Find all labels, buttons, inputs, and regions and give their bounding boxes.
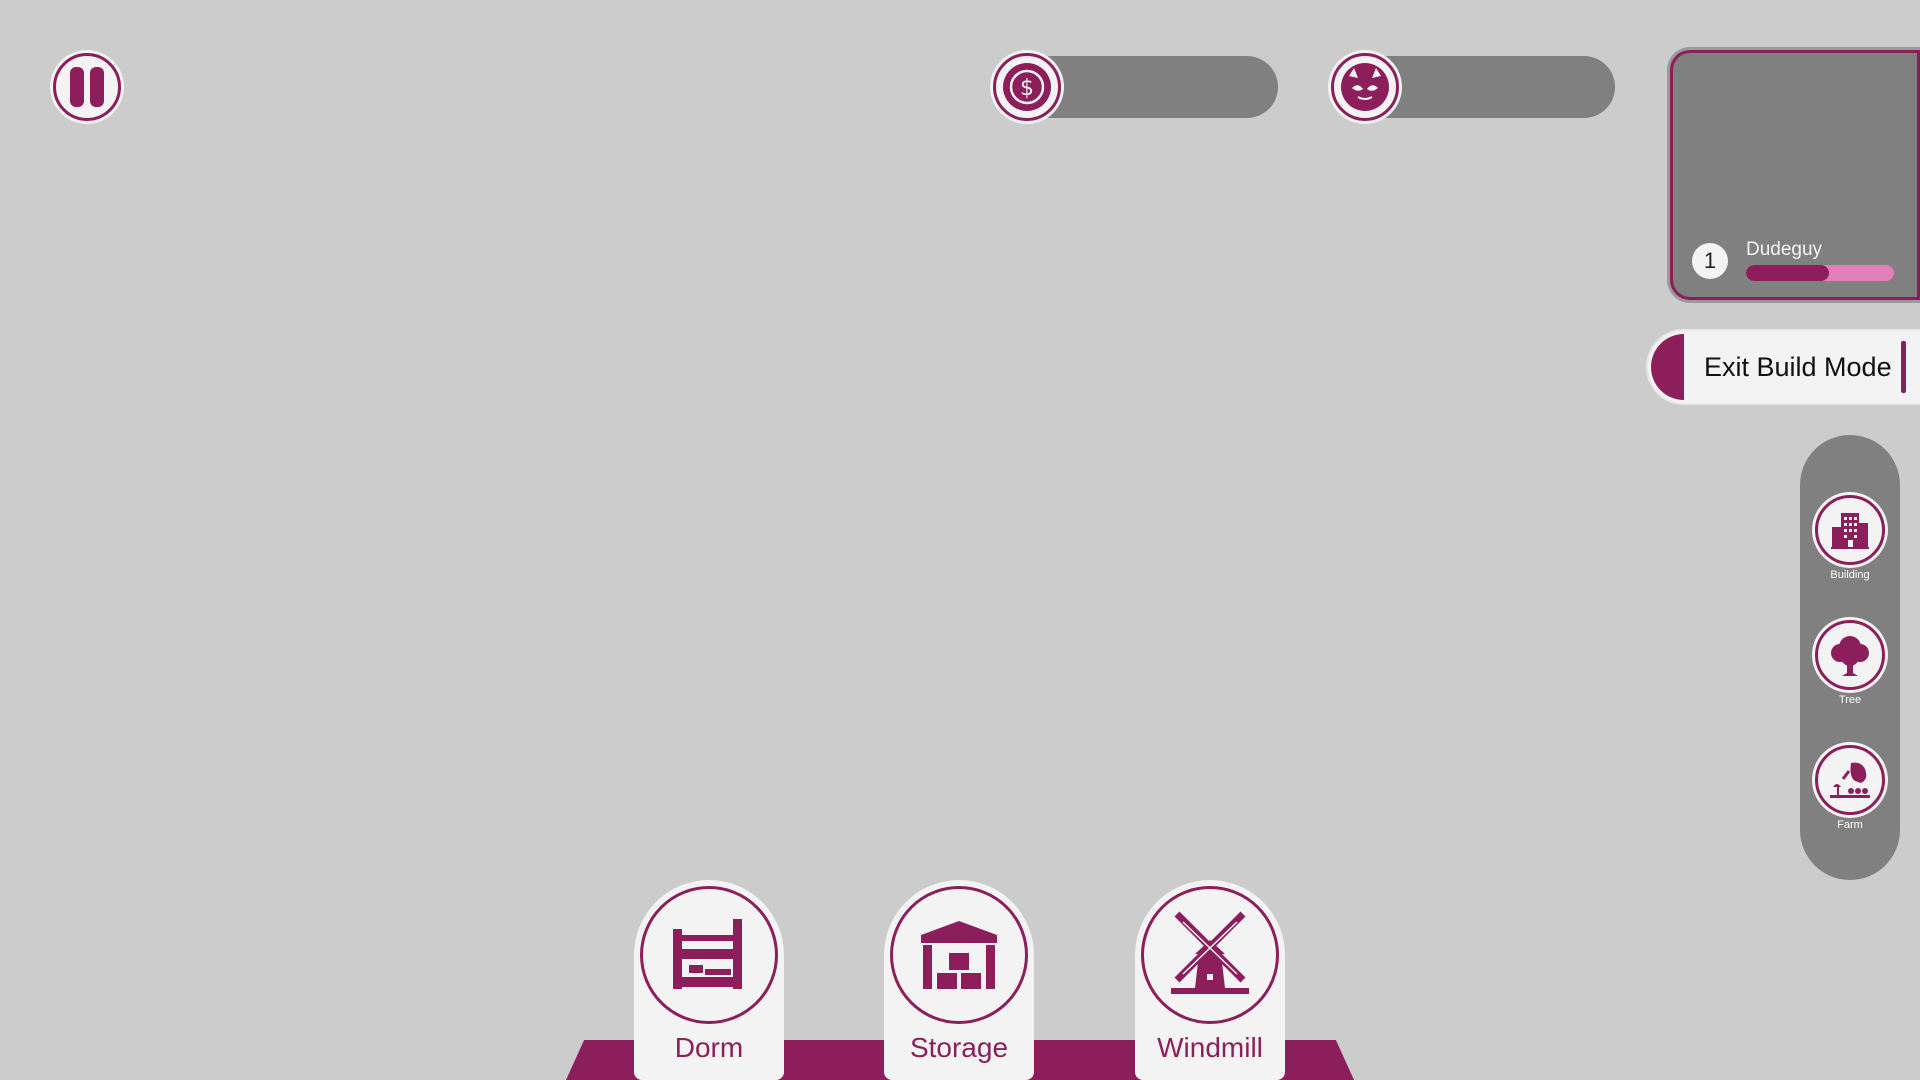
category-tree-label: Tree (1838, 694, 1862, 706)
game-screen: $ 1 Dudeguy Exit Build Mode Building Tre… (0, 0, 1920, 1080)
player-name: Dudeguy (1746, 239, 1823, 260)
creature-face-icon (1341, 63, 1389, 111)
category-building-label: Building (1830, 569, 1870, 581)
exit-build-mode-bar (1901, 341, 1906, 393)
warehouse-icon (921, 921, 997, 989)
build-item-windmill-icon-frame (1141, 886, 1279, 1024)
category-building-button[interactable] (1815, 495, 1885, 565)
category-farm-button[interactable] (1815, 745, 1885, 815)
minimap-panel[interactable]: 1 Dudeguy (1670, 50, 1920, 300)
build-item-dorm-label: Dorm (674, 1032, 744, 1063)
money-indicator: $ (993, 53, 1061, 121)
money-value (1080, 56, 1258, 118)
build-item-storage-icon-frame (890, 886, 1028, 1024)
exit-build-mode-label: Exit Build Mode (1704, 351, 1892, 382)
player-level-badge: 1 (1692, 243, 1728, 279)
player-level: 1 (1703, 248, 1717, 273)
category-farm-label: Farm (1837, 819, 1863, 831)
farm-icon (1830, 762, 1870, 798)
xp-progress-fill (1746, 265, 1829, 281)
build-category-panel: Building Tree Farm (1800, 435, 1900, 880)
xp-progress-bar (1746, 265, 1894, 281)
bunk-bed-icon (673, 919, 742, 989)
build-item-windmill-label: Windmill (1157, 1032, 1263, 1063)
population-value (1417, 56, 1595, 118)
svg-text:$: $ (1020, 76, 1034, 101)
dollar-coin-icon: $ (1003, 63, 1051, 111)
windmill-icon (1171, 911, 1249, 994)
build-item-windmill[interactable]: Windmill (1135, 880, 1285, 1080)
tree-icon (1831, 636, 1869, 676)
build-item-storage-label: Storage (909, 1032, 1009, 1063)
category-tree-button[interactable] (1815, 620, 1885, 690)
build-item-dorm-icon-frame (640, 886, 778, 1024)
build-item-storage[interactable]: Storage (884, 880, 1034, 1080)
exit-build-mode-accent (1651, 334, 1684, 400)
building-icon (1831, 513, 1869, 549)
pause-button[interactable] (53, 53, 121, 121)
pause-icon (70, 67, 104, 107)
exit-build-mode-button[interactable]: Exit Build Mode (1648, 331, 1920, 403)
build-item-dorm[interactable]: Dorm (634, 880, 784, 1080)
population-indicator (1331, 53, 1399, 121)
